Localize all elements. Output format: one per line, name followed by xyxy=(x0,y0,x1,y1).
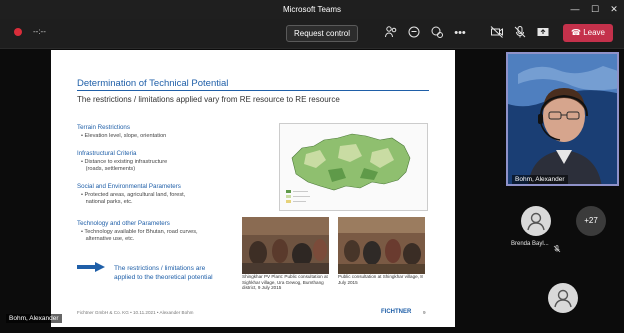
title-rule xyxy=(77,90,429,91)
section-body: • Protected areas, agricultural land, fo… xyxy=(81,192,186,206)
reactions-icon[interactable] xyxy=(429,25,445,41)
photo-caption: Public consultation at Shingkhar village… xyxy=(338,274,423,285)
section-heading: Social and Environmental Parameters xyxy=(77,183,181,190)
participant-avatar[interactable] xyxy=(521,206,551,236)
section-body: • Elevation level, slope, orientation xyxy=(81,133,167,139)
chat-icon[interactable] xyxy=(406,25,422,41)
camera-off-icon[interactable] xyxy=(489,25,505,41)
recording-icon xyxy=(14,28,22,36)
person-icon xyxy=(554,289,572,308)
phone-icon: ☎ xyxy=(571,28,584,37)
request-control-button[interactable]: Request control xyxy=(286,25,358,42)
section-heading: Infrastructural Criteria xyxy=(77,150,137,157)
speaker-video-frame xyxy=(508,54,617,184)
mic-off-icon xyxy=(553,240,561,253)
fichtner-logo: FICHTNER xyxy=(381,309,412,315)
meeting-timer: --:-- xyxy=(33,27,46,36)
person-icon xyxy=(527,212,545,231)
conclusion-text: The restrictions / limitations are appli… xyxy=(114,265,213,281)
page-number: 9 xyxy=(423,310,426,315)
speaker-name: Bohm, Alexander xyxy=(512,175,568,184)
section-body: • Distance to existing infrastructure (r… xyxy=(81,159,168,173)
section-heading: Terrain Restrictions xyxy=(77,124,130,131)
minimize-icon[interactable]: — xyxy=(568,3,582,15)
slide-title: Determination of Technical Potential xyxy=(77,78,229,89)
share-icon[interactable] xyxy=(535,25,551,41)
self-view-label: Bohm, Alexander xyxy=(6,314,62,323)
slide-footer: Fichtner GmbH & Co. KG • 10.11.2021 • Al… xyxy=(77,310,194,315)
more-icon[interactable]: ••• xyxy=(452,25,468,41)
mic-off-icon[interactable] xyxy=(512,25,528,41)
section-heading: Technology and other Parameters xyxy=(77,220,170,227)
participant-name: Brenda Bayl... xyxy=(511,241,549,247)
leave-label: Leave xyxy=(583,28,605,37)
window-title: Microsoft Teams xyxy=(282,5,342,14)
close-icon[interactable]: ✕ xyxy=(607,3,621,15)
active-speaker-video[interactable]: Bohm, Alexander xyxy=(506,52,619,186)
title-bar: Microsoft Teams — ☐ ✕ xyxy=(0,0,624,19)
participant-avatar[interactable] xyxy=(548,283,578,313)
maximize-icon[interactable]: ☐ xyxy=(588,3,602,15)
people-icon[interactable] xyxy=(383,25,399,41)
meeting-toolbar: --:-- Request control ••• ☎ Leave xyxy=(0,19,624,49)
consultation-photo xyxy=(242,217,329,274)
consultation-photo xyxy=(338,217,425,274)
bhutan-map xyxy=(279,123,428,211)
leave-button[interactable]: ☎ Leave xyxy=(563,24,613,42)
arrow-icon xyxy=(77,262,105,272)
shared-slide: Determination of Technical Potential The… xyxy=(51,50,455,327)
slide-subtitle: The restrictions / limitations applied v… xyxy=(77,95,340,104)
photo-caption: Shingkhar PV Plant: Public consultation … xyxy=(242,274,328,291)
section-body: • Technology available for Bhutan, road … xyxy=(81,229,198,243)
more-participants-count[interactable]: +27 xyxy=(576,206,606,236)
